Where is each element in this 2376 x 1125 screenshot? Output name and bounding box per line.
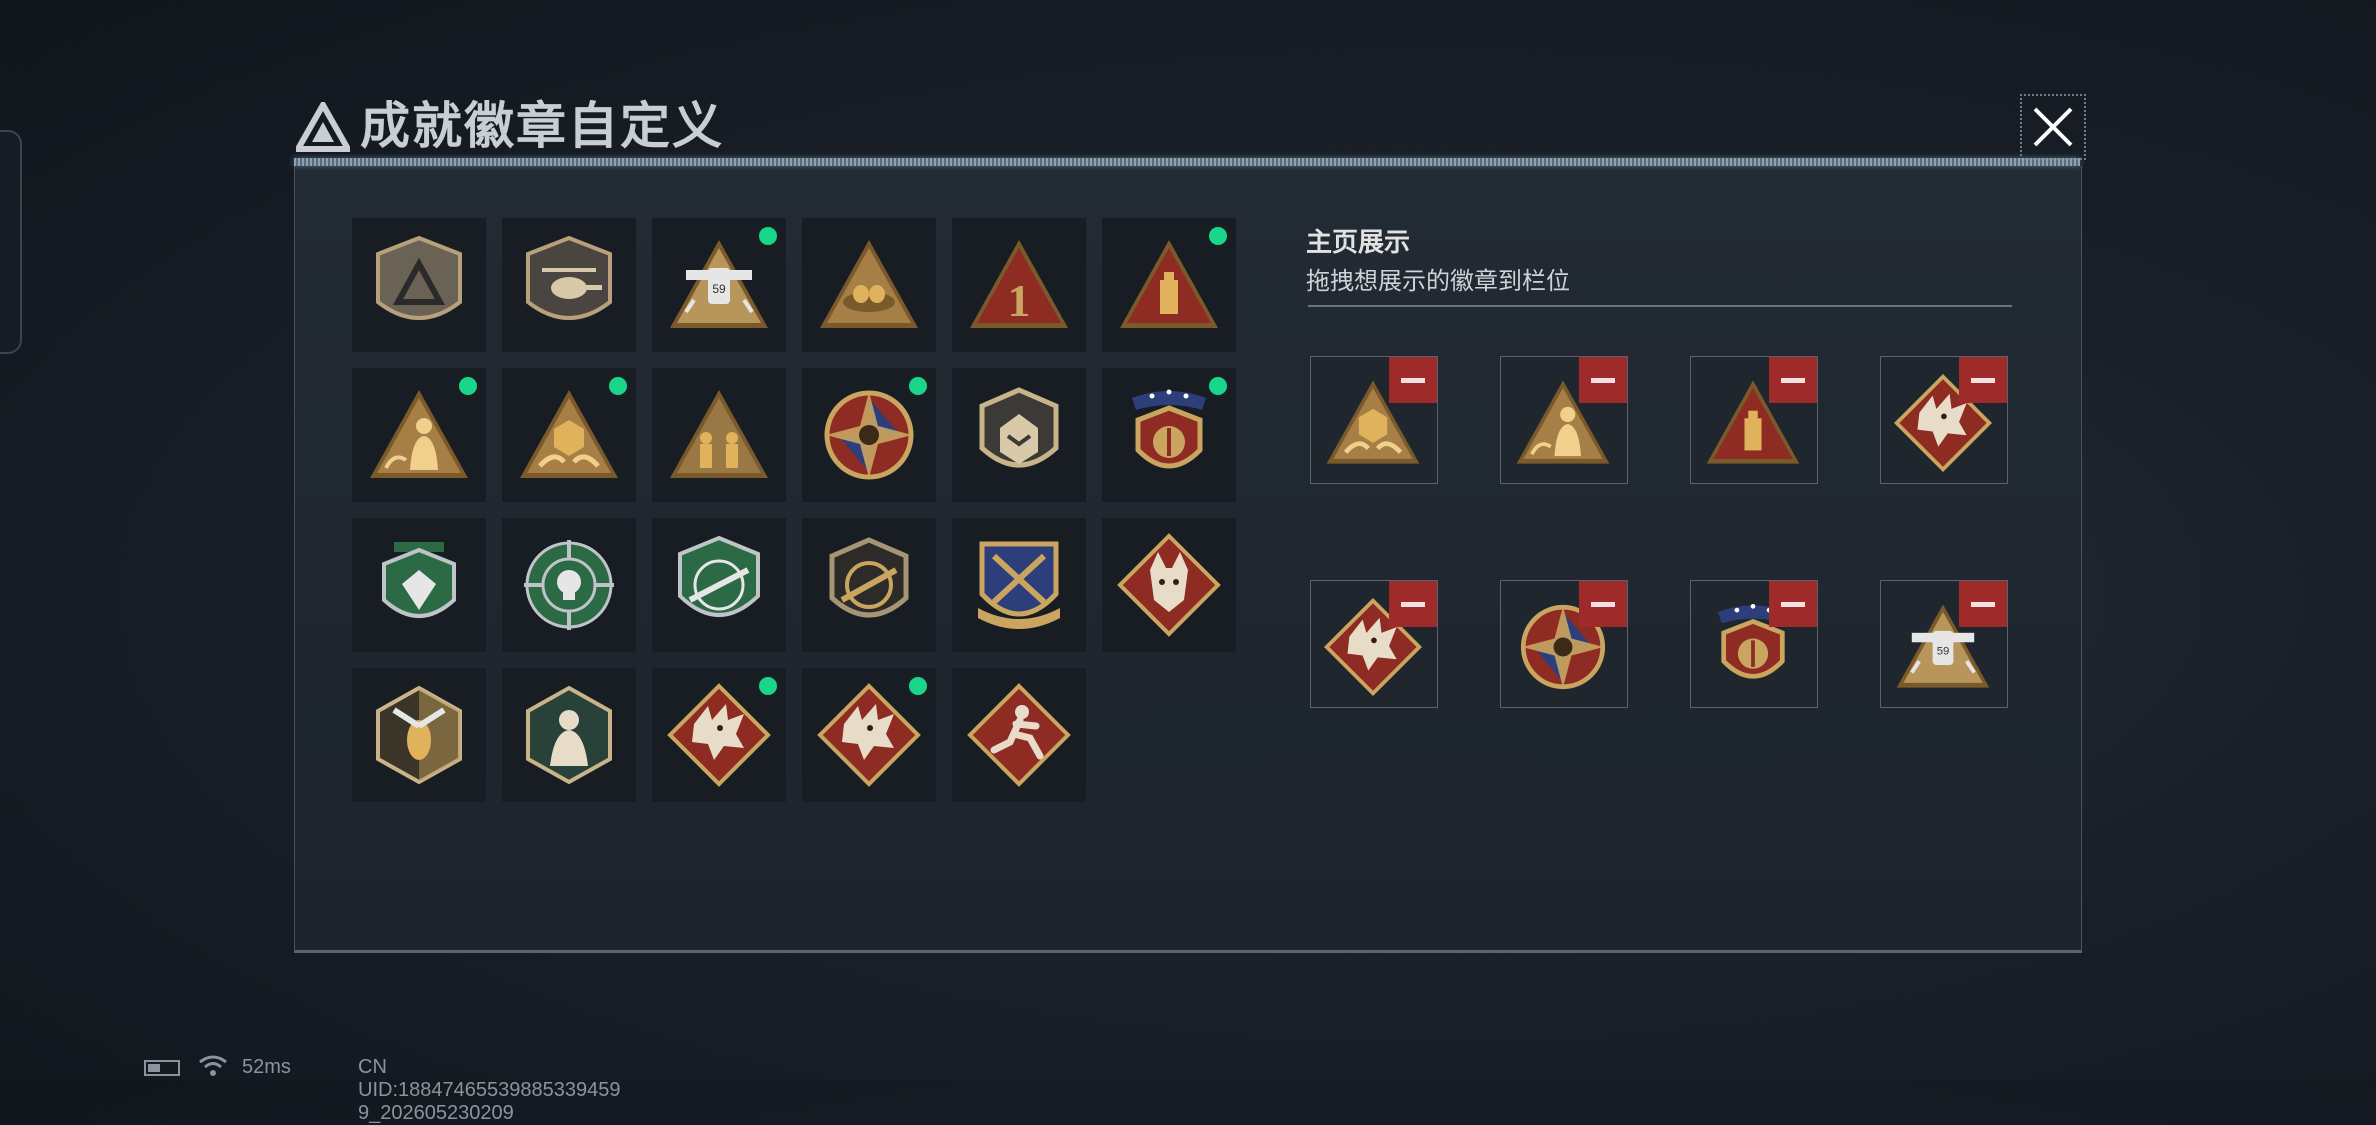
soldier-hexagon-badge-icon [526, 685, 612, 785]
badge-cell[interactable] [502, 218, 636, 352]
badge-cell[interactable] [952, 368, 1086, 502]
badge-cell[interactable] [802, 218, 936, 352]
wolf-diamond-badge-icon [1117, 533, 1221, 637]
green-rifle-shield-badge-icon [678, 535, 760, 617]
new-indicator-dot [1206, 224, 1230, 248]
svg-text:59: 59 [1937, 646, 1950, 658]
badge-cell[interactable] [502, 518, 636, 652]
badge-cell[interactable] [952, 518, 1086, 652]
close-icon [2033, 107, 2073, 147]
new-indicator-dot [756, 224, 780, 248]
new-indicator-dot [906, 374, 930, 398]
gray-triangle-shield-badge-icon [376, 235, 462, 320]
blue-crossed-weapons-badge-icon [978, 541, 1060, 629]
side-drawer-tab[interactable] [0, 130, 22, 354]
badge-cell[interactable] [502, 668, 636, 802]
badge-cell[interactable] [652, 668, 786, 802]
remove-badge-button[interactable] [1769, 357, 1817, 403]
green-diamond-shield-badge-icon [382, 542, 456, 618]
remove-badge-button[interactable] [1769, 581, 1817, 627]
badge-cell[interactable] [802, 368, 936, 502]
new-indicator-dot [906, 674, 930, 698]
hex-hands-triangle-badge-icon [520, 390, 618, 478]
badge-cell[interactable] [352, 668, 486, 802]
rifle-shield-badge-icon [829, 537, 909, 618]
nest-triangle-badge-icon [820, 240, 918, 328]
display-slot[interactable] [1880, 356, 2008, 484]
svg-text:1: 1 [1008, 275, 1031, 326]
new-indicator-dot [1206, 374, 1230, 398]
display-slot[interactable] [1690, 580, 1818, 708]
display-slot[interactable] [1310, 356, 1438, 484]
header-divider [294, 158, 2080, 166]
ping-readout: 52ms [242, 1056, 291, 1078]
badge-cell[interactable] [652, 368, 786, 502]
display-slot[interactable] [1690, 356, 1818, 484]
wifi-icon [199, 1055, 227, 1076]
display-slot[interactable] [1500, 356, 1628, 484]
number-one-triangle-badge-icon: 1 [970, 240, 1068, 328]
panel-bottom-border [294, 950, 2082, 953]
new-indicator-dot [606, 374, 630, 398]
badge-cell[interactable] [802, 518, 936, 652]
badge-cell[interactable] [1102, 368, 1236, 502]
user-uid: CN UID:18847465539885339459​9_2026052302… [358, 1056, 621, 1124]
badge-cell[interactable]: 59 [652, 218, 786, 352]
star-compass-badge-icon [824, 390, 914, 480]
badge-cell[interactable] [1102, 518, 1236, 652]
remove-badge-button[interactable] [1389, 581, 1437, 627]
dialog-title: 成就徽章自定义 [360, 98, 724, 154]
badge-cell[interactable] [952, 668, 1086, 802]
runner-diamond-badge-icon [967, 683, 1071, 787]
remove-badge-button[interactable] [1959, 357, 2007, 403]
green-crosshair-skull-badge-icon [524, 540, 614, 630]
badge-cell[interactable] [352, 518, 486, 652]
remove-badge-button[interactable] [1389, 357, 1437, 403]
battery-icon [144, 1060, 180, 1076]
new-indicator-dot [756, 674, 780, 698]
display-section-hint: 拖拽想展示的徽章到栏位 [1306, 268, 1570, 295]
display-slot[interactable]: 59 [1880, 580, 2008, 708]
badge-cell[interactable] [352, 218, 486, 352]
display-slot[interactable] [1500, 580, 1628, 708]
badge-cell[interactable] [1102, 218, 1236, 352]
close-button[interactable] [2020, 94, 2086, 160]
helicopter-shield-badge-icon [526, 235, 612, 320]
badge-cell[interactable] [352, 368, 486, 502]
badge-cell[interactable]: 1 [952, 218, 1086, 352]
wasp-hexagon-badge-icon [376, 685, 462, 785]
robot-59-triangle-badge-icon: 59 [670, 240, 768, 328]
laurel-ribbon-shield-badge-icon [1132, 389, 1206, 469]
figure-triangle-badge-icon [370, 390, 468, 478]
badge-cell[interactable] [652, 518, 786, 652]
dialog-header: 成就徽章自定义 [286, 92, 2086, 164]
soldiers-triangle-badge-icon [670, 390, 768, 478]
dragon-diamond-badge-icon [817, 683, 921, 787]
badge-cell[interactable] [502, 368, 636, 502]
remove-badge-button[interactable] [1579, 357, 1627, 403]
display-divider [1308, 305, 2012, 307]
remove-badge-button[interactable] [1579, 581, 1627, 627]
remove-badge-button[interactable] [1959, 581, 2007, 627]
svg-text:59: 59 [712, 282, 726, 296]
dragon-diamond-badge-icon [667, 683, 771, 787]
badge-cell[interactable] [802, 668, 936, 802]
new-indicator-dot [456, 374, 480, 398]
drive-triangle-badge-icon [1120, 240, 1218, 328]
rank-shield-badge-icon [979, 387, 1059, 468]
display-section-title: 主页展示 [1306, 227, 1411, 257]
triangle-logo-icon [296, 102, 350, 152]
display-slot[interactable] [1310, 580, 1438, 708]
